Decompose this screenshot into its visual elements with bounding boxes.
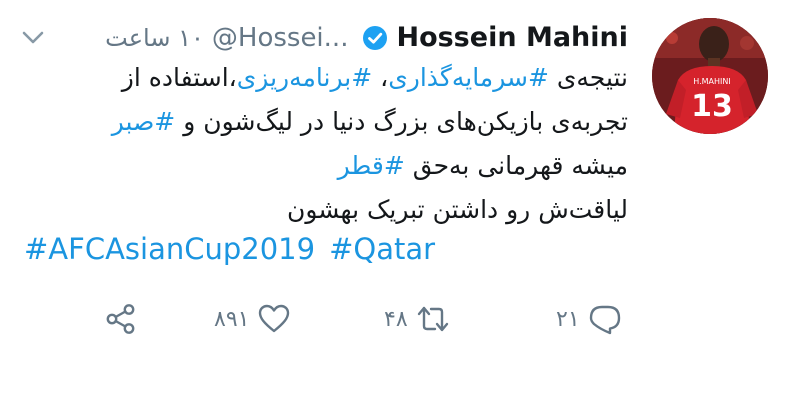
- display-name[interactable]: Hossein Mahini: [396, 22, 628, 53]
- avatar[interactable]: H.MAHINI 13: [652, 18, 768, 134]
- hashtag-link[interactable]: #برنامه‌ریزی: [237, 63, 372, 92]
- text-segment: میشه قهرمانی به‌حق: [404, 151, 628, 180]
- heart-icon: [259, 304, 290, 333]
- chevron-down-icon[interactable]: [22, 30, 44, 46]
- hashtag-link[interactable]: #سرمایه‌گذاری: [388, 63, 549, 92]
- retweet-icon: [417, 306, 448, 332]
- tweet-header: ۱۰ ساعت @Hossei... Hossein Mahini: [105, 22, 628, 53]
- hashtag-link[interactable]: #قطر: [338, 151, 405, 180]
- tweet-line-2: تجربه‌ی بازیکن‌های بزرگ دنیا در لیگ‌شون …: [18, 100, 628, 144]
- hashtag-link[interactable]: #صبر: [112, 107, 176, 136]
- retweet-count: ۴۸: [384, 306, 408, 332]
- reply-icon: [589, 305, 620, 335]
- tweet-card[interactable]: H.MAHINI 13 ۱۰ ساعت @Hossei... Hossein M…: [0, 0, 798, 400]
- timestamp[interactable]: ۱۰ ساعت: [105, 24, 204, 52]
- share-icon: [106, 304, 135, 334]
- like-count: ۸۹۱: [214, 306, 250, 332]
- verified-badge-icon: [363, 25, 388, 50]
- avatar-photo: H.MAHINI 13: [652, 18, 768, 134]
- hashtag-link[interactable]: #AFCAsianCup2019: [24, 232, 315, 266]
- latin-hashtags: #AFCAsianCup2019 #Qatar: [24, 232, 435, 266]
- text-segment: لیاقت‌ش رو داشتن تبریک بهشون: [286, 195, 628, 224]
- text-segment: نتیجه‌ی: [548, 63, 628, 92]
- like-button[interactable]: ۸۹۱: [214, 302, 291, 336]
- tweet-line-3: میشه قهرمانی به‌حق #قطر: [18, 144, 628, 188]
- jersey-name: H.MAHINI: [693, 77, 731, 86]
- text-segment: تجربه‌ی بازیکن‌های بزرگ دنیا در لیگ‌شون …: [175, 107, 628, 136]
- text-segment: ،: [372, 63, 389, 92]
- tweet-line-4: لیاقت‌ش رو داشتن تبریک بهشون: [18, 188, 628, 232]
- hashtag-link[interactable]: #Qatar: [329, 232, 435, 266]
- share-button[interactable]: [104, 302, 138, 336]
- reply-count: ۲۱: [556, 306, 580, 332]
- text-segment: ،استفاده از: [121, 63, 237, 92]
- tweet-text: نتیجه‌ی #سرمایه‌گذاری، #برنامه‌ریزی،استف…: [18, 56, 628, 232]
- tweet-actions: ۸۹۱ ۴۸ ۲۱: [0, 296, 798, 346]
- retweet-button[interactable]: ۴۸: [384, 302, 450, 336]
- user-handle[interactable]: @Hossei...: [212, 23, 349, 53]
- jersey-number: 13: [691, 89, 733, 124]
- tweet-line-1: نتیجه‌ی #سرمایه‌گذاری، #برنامه‌ریزی،استف…: [18, 56, 628, 100]
- reply-button[interactable]: ۲۱: [556, 302, 622, 336]
